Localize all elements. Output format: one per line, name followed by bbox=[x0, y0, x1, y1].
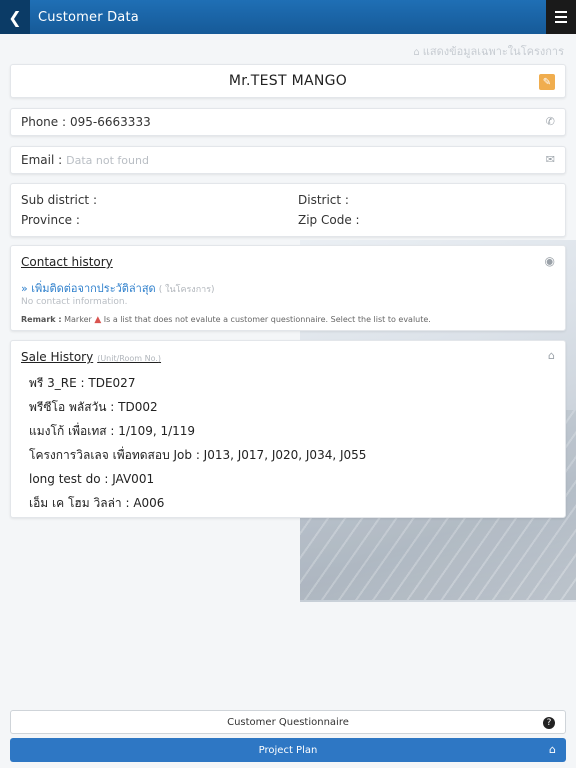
list-item[interactable]: เอ็ม เค โฮม วิลล่า : A006 bbox=[29, 495, 366, 519]
phone-label: Phone : bbox=[21, 115, 67, 129]
sale-history-subtitle: (Unit/Room No.) bbox=[97, 354, 162, 363]
app-header: ❮ Customer Data bbox=[0, 0, 576, 34]
customer-name-card: Mr.TEST MANGO ✎ bbox=[10, 64, 566, 98]
hamburger-icon bbox=[555, 11, 567, 13]
back-button[interactable]: ❮ bbox=[0, 0, 30, 34]
customer-name: Mr.TEST MANGO bbox=[228, 73, 348, 89]
warning-icon: ▲ bbox=[94, 315, 102, 325]
add-contact-hint: ( ในโครงการ) bbox=[158, 285, 215, 295]
sale-history-card: Sale History (Unit/Room No.) ⌂ พรี 3_RE :… bbox=[10, 340, 566, 518]
email-value: Data not found bbox=[66, 153, 149, 167]
customer-questionnaire-button[interactable]: Customer Questionnaire ? bbox=[10, 710, 566, 734]
phone-icon[interactable]: ✆ bbox=[546, 115, 555, 128]
home-icon: ⌂ bbox=[548, 349, 555, 362]
sub-district-label: Sub district : bbox=[21, 193, 97, 207]
chevron-left-icon: ❮ bbox=[8, 7, 22, 27]
list-item[interactable]: พรีซีโอ พลัสวัน : TD002 bbox=[29, 399, 366, 423]
project-filter-note: ⌂ แสดงข้อมูลเฉพาะในโครงการ bbox=[413, 45, 564, 58]
remark-note: Remark : Marker ▲ Is a list that does no… bbox=[21, 315, 431, 325]
menu-button[interactable] bbox=[546, 0, 576, 34]
contact-history-card: Contact history ◉ » เพิ่มติดต่อจากประวัต… bbox=[10, 245, 566, 331]
home-icon: ⌂ bbox=[413, 47, 420, 58]
email-label: Email : bbox=[21, 153, 63, 167]
project-plan-button[interactable]: Project Plan ⌂ bbox=[10, 738, 566, 762]
province-label: Province : bbox=[21, 213, 80, 227]
envelope-icon[interactable]: ✉ bbox=[546, 153, 555, 166]
zip-code-label: Zip Code : bbox=[298, 213, 360, 227]
district-label: District : bbox=[298, 193, 349, 207]
home-icon: ⌂ bbox=[549, 743, 556, 756]
sale-history-title: Sale History (Unit/Room No.) bbox=[21, 350, 162, 364]
email-card[interactable]: Email : Data not found ✉ bbox=[10, 146, 566, 174]
list-item[interactable]: โครงการวิลเลจ เพื่อทดสอบ Job : J013, J01… bbox=[29, 447, 366, 471]
question-icon: ? bbox=[543, 717, 555, 729]
sale-history-list: พรี 3_RE : TDE027 พรีซีโอ พลัสวัน : TD00… bbox=[29, 375, 366, 519]
address-card: Sub district : District : Province : Zip… bbox=[10, 183, 566, 237]
phone-value: 095-6663333 bbox=[70, 115, 151, 129]
contact-history-title: Contact history bbox=[21, 255, 113, 269]
edit-button[interactable]: ✎ bbox=[539, 74, 555, 90]
pencil-icon: ✎ bbox=[542, 76, 552, 88]
phone-card[interactable]: Phone : 095-6663333 ✆ bbox=[10, 108, 566, 136]
list-item[interactable]: long test do : JAV001 bbox=[29, 471, 366, 495]
no-contact-text: No contact information. bbox=[21, 297, 128, 307]
eye-icon[interactable]: ◉ bbox=[545, 254, 555, 268]
add-contact-link[interactable]: » เพิ่มติดต่อจากประวัติล่าสุด( ในโครงการ… bbox=[21, 279, 215, 297]
list-item[interactable]: แมงโก้ เพื่อเทส : 1/109, 1/119 bbox=[29, 423, 366, 447]
list-item[interactable]: พรี 3_RE : TDE027 bbox=[29, 375, 366, 399]
page-title: Customer Data bbox=[38, 9, 139, 25]
